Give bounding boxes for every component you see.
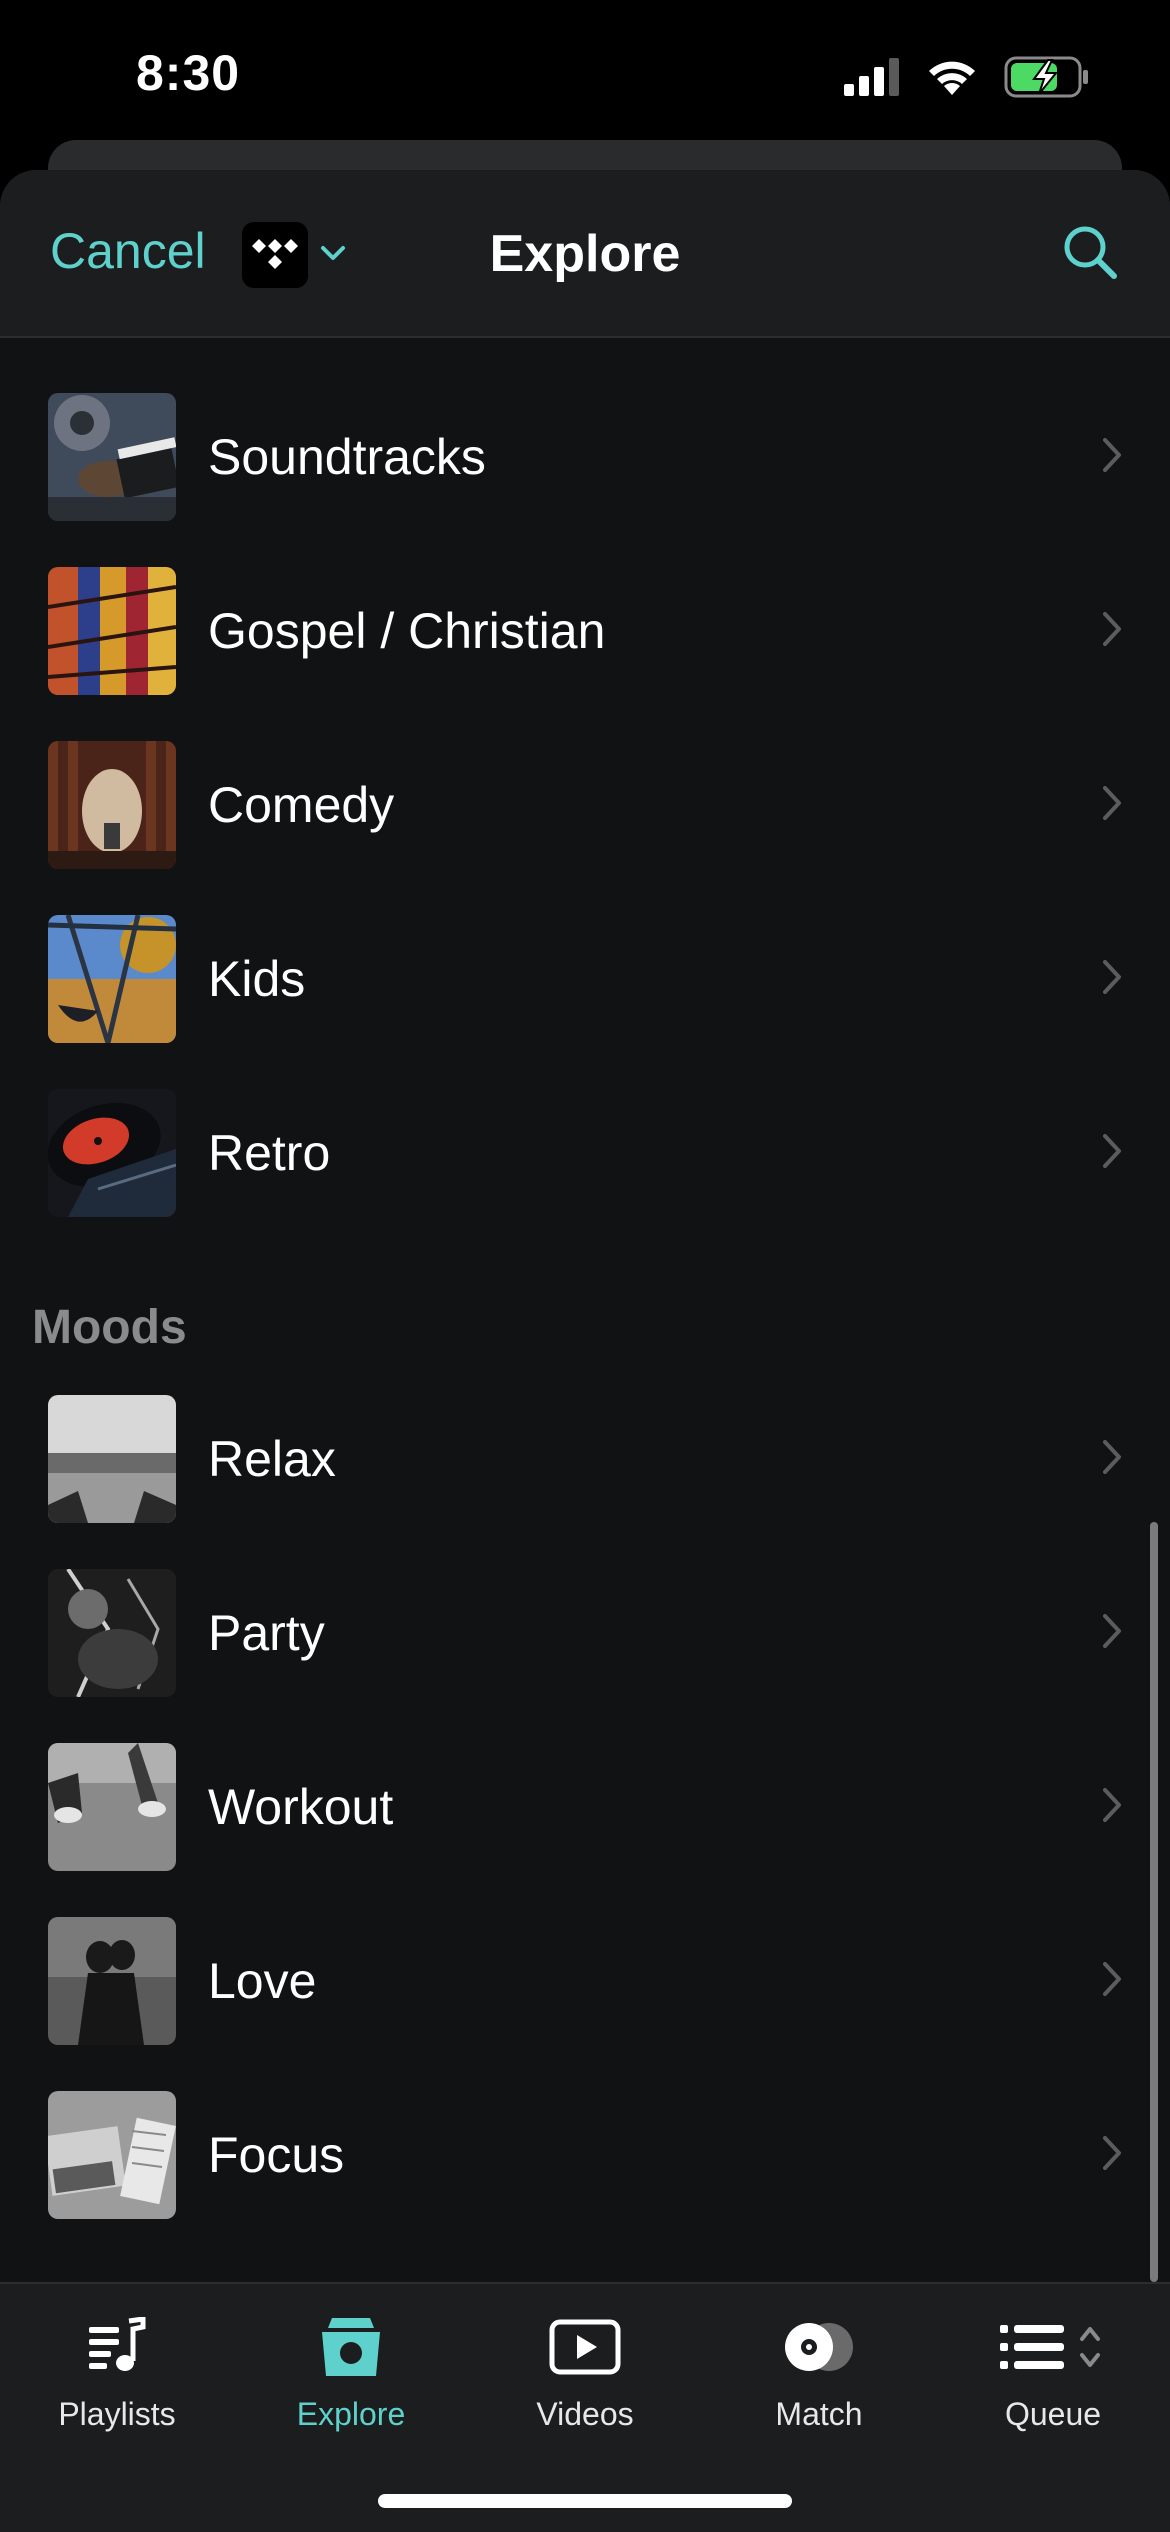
navigation-bar: Cancel Explore	[0, 170, 1170, 338]
tab-label: Match	[775, 2396, 863, 2432]
tab-label: Playlists	[58, 2396, 176, 2432]
list-item-label: Gospel / Christian	[208, 603, 606, 659]
tab-label: Queue	[1004, 2396, 1102, 2432]
status-bar: 8:30	[0, 0, 1170, 150]
party-thumbnail	[48, 1569, 176, 1697]
wifi-icon	[926, 57, 978, 102]
list-item-label: Comedy	[208, 777, 395, 833]
chevron-right-icon	[1102, 1961, 1122, 2002]
list-item-label: Focus	[208, 2127, 345, 2183]
comedy-thumbnail	[48, 741, 176, 869]
section-header-label: Moods	[32, 1301, 187, 1354]
list-item-workout[interactable]: Workout	[0, 1720, 1170, 1894]
tab-explore[interactable]: Explore	[234, 2302, 468, 2462]
battery-charging-icon	[1004, 56, 1090, 103]
videos-icon	[549, 2302, 621, 2392]
tab-label: Explore	[296, 2396, 406, 2432]
chevron-right-icon	[1102, 2135, 1122, 2176]
status-icons	[844, 56, 1090, 103]
chevron-right-icon	[1102, 1439, 1122, 1480]
list-item-soundtracks[interactable]: Soundtracks	[0, 370, 1170, 544]
section-header-moods: Moods	[0, 1240, 1170, 1372]
queue-icon	[998, 2302, 1108, 2392]
playlists-icon	[87, 2302, 147, 2392]
list-item-love[interactable]: Love	[0, 1894, 1170, 2068]
focus-thumbnail	[48, 2091, 176, 2219]
chevron-right-icon	[1102, 611, 1122, 652]
soundtracks-thumbnail	[48, 393, 176, 521]
relax-thumbnail	[48, 1395, 176, 1523]
list-item-focus[interactable]: Focus	[0, 2068, 1170, 2242]
list-item-label: Retro	[208, 1125, 331, 1181]
list-item-comedy[interactable]: Comedy	[0, 718, 1170, 892]
gospel-thumbnail	[48, 567, 176, 695]
home-indicator[interactable]	[378, 2494, 792, 2508]
chevron-right-icon	[1102, 437, 1122, 478]
list-item-gospel-christian[interactable]: Gospel / Christian	[0, 544, 1170, 718]
chevron-right-icon	[1102, 1133, 1122, 1174]
chevron-right-icon	[1102, 959, 1122, 1000]
list-item-label: Soundtracks	[208, 429, 486, 485]
list-item-label: Party	[208, 1605, 325, 1661]
list-item-label: Love	[208, 1953, 317, 2009]
chevron-right-icon	[1102, 1787, 1122, 1828]
list-item-party[interactable]: Party	[0, 1546, 1170, 1720]
kids-thumbnail	[48, 915, 176, 1043]
love-thumbnail	[48, 1917, 176, 2045]
retro-thumbnail	[48, 1089, 176, 1217]
tab-match[interactable]: Match	[702, 2302, 936, 2462]
list-item-label: Workout	[208, 1779, 394, 1835]
list-item-kids[interactable]: Kids	[0, 892, 1170, 1066]
explore-icon	[318, 2302, 384, 2392]
tab-playlists[interactable]: Playlists	[0, 2302, 234, 2462]
chevron-right-icon	[1102, 1613, 1122, 1654]
status-time: 8:30	[136, 45, 241, 101]
screen: 8:30 Cancel Explore Soundtracks Gospel /…	[0, 0, 1170, 2532]
category-list: Soundtracks Gospel / Christian Comedy Ki…	[0, 370, 1170, 2242]
cellular-signal-icon	[844, 58, 900, 101]
workout-thumbnail	[48, 1743, 176, 1871]
tab-videos[interactable]: Videos	[468, 2302, 702, 2462]
list-item-label: Kids	[208, 951, 306, 1007]
tab-label: Videos	[536, 2396, 634, 2432]
explore-sheet: Cancel Explore Soundtracks Gospel / Chri…	[0, 170, 1170, 2532]
tab-bar: Playlists Explore Videos Match Queue	[0, 2282, 1170, 2532]
scrollbar[interactable]	[1150, 1522, 1158, 2282]
search-icon[interactable]	[1060, 222, 1120, 287]
list-item-label: Relax	[208, 1431, 336, 1487]
list-item-retro[interactable]: Retro	[0, 1066, 1170, 1240]
tab-queue[interactable]: Queue	[936, 2302, 1170, 2462]
chevron-right-icon	[1102, 785, 1122, 826]
match-icon	[781, 2302, 857, 2392]
page-title: Explore	[489, 225, 681, 283]
list-item-relax[interactable]: Relax	[0, 1372, 1170, 1546]
